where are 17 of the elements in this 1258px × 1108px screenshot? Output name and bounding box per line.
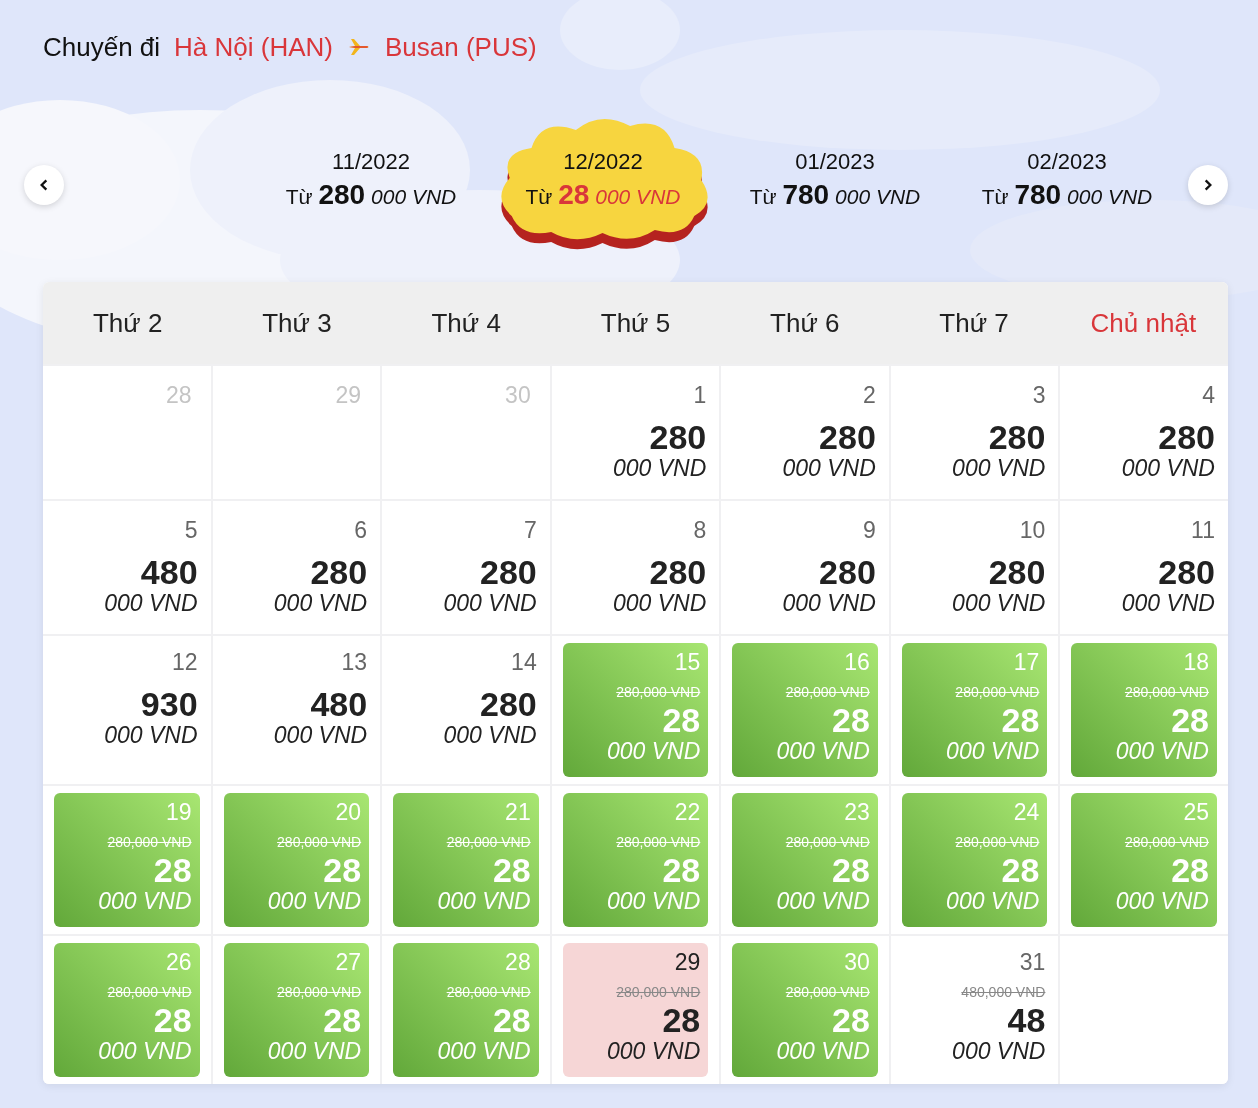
day-cell-text: 28 xyxy=(164,381,193,410)
month-tab[interactable]: 01/2023 Từ 780 000 VND xyxy=(724,117,946,253)
month-tab[interactable]: 02/2023 Từ 780 000 VND xyxy=(956,117,1178,253)
trip-label: Chuyến đi xyxy=(43,31,161,63)
weekday-label: Thứ 3 xyxy=(261,307,333,339)
day-cell-text: 29 xyxy=(334,381,363,410)
weekday-label: Thứ 5 xyxy=(599,307,672,339)
destination-city: Busan (PUS) xyxy=(385,31,537,63)
weekday-label: Thứ 2 xyxy=(91,307,164,339)
weekday-label: Thứ 7 xyxy=(938,307,1010,339)
weekday-label: Chủ nhật xyxy=(1089,307,1198,339)
weekday-label: Thứ 6 xyxy=(769,307,841,339)
day-cell-text: 30 xyxy=(504,381,532,410)
month-tab[interactable]: 11/2022 Từ 280 000 VND xyxy=(260,117,482,253)
origin-city: Hà Nội (HAN) xyxy=(174,31,333,63)
weekday-label: Thứ 4 xyxy=(430,307,502,339)
day-cell[interactable]: 29 280,000 VND 28 000 VND xyxy=(562,943,709,1077)
